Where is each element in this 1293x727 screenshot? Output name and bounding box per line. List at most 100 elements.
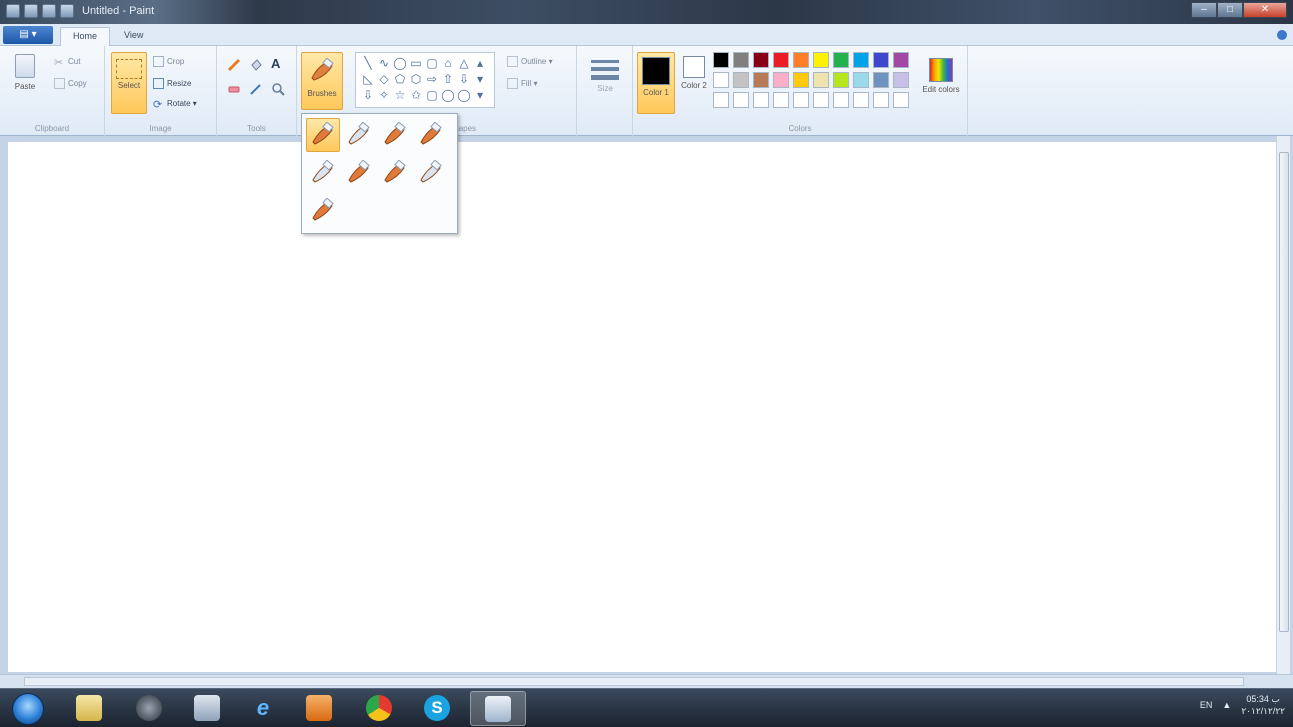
palette-swatch[interactable] <box>853 72 869 88</box>
help-icon[interactable] <box>1277 30 1287 40</box>
palette-swatch[interactable] <box>773 92 789 108</box>
palette-swatch[interactable] <box>873 72 889 88</box>
maximize-button[interactable]: □ <box>1217 2 1243 18</box>
drawing-canvas[interactable] <box>8 142 1278 672</box>
shape-item[interactable]: ▢ <box>424 87 440 103</box>
shape-item[interactable]: ▭ <box>408 55 424 71</box>
palette-swatch[interactable] <box>793 72 809 88</box>
palette-swatch[interactable] <box>853 92 869 108</box>
palette-swatch[interactable] <box>733 52 749 68</box>
palette-swatch[interactable] <box>773 72 789 88</box>
clock[interactable]: 05:34 ب ٢٠١٢/١٢/٢٢ <box>1241 693 1285 717</box>
paint-app-icon[interactable] <box>6 4 20 18</box>
shape-item[interactable]: ▾ <box>472 87 488 103</box>
shape-item[interactable]: ╲ <box>360 55 376 71</box>
close-button[interactable]: ✕ <box>1243 2 1287 18</box>
start-button[interactable] <box>12 693 44 725</box>
color2-button[interactable]: Color 2 <box>677 52 711 114</box>
vertical-scroll-thumb[interactable] <box>1279 152 1289 632</box>
palette-swatch[interactable] <box>713 92 729 108</box>
cut-button[interactable]: ✂ Cut <box>54 56 80 69</box>
palette-swatch[interactable] <box>893 92 909 108</box>
palette-swatch[interactable] <box>813 92 829 108</box>
color1-button[interactable]: Color 1 <box>637 52 675 114</box>
save-icon[interactable] <box>24 4 38 18</box>
palette-swatch[interactable] <box>753 72 769 88</box>
shape-item[interactable]: ◺ <box>360 71 376 87</box>
internet-explorer-icon[interactable]: e <box>250 695 276 721</box>
palette-swatch[interactable] <box>713 72 729 88</box>
paint-menu-button[interactable]: ▤ ▾ <box>3 26 53 44</box>
shape-item[interactable]: ∿ <box>376 55 392 71</box>
shape-item[interactable]: ⌂ <box>440 55 456 71</box>
eraser-icon[interactable] <box>227 82 241 96</box>
copy-button[interactable]: Copy <box>54 78 87 89</box>
palette-swatch[interactable] <box>893 72 909 88</box>
minimize-button[interactable]: – <box>1191 2 1217 18</box>
crop-button[interactable]: Crop <box>153 56 184 67</box>
color-picker-icon[interactable] <box>249 82 263 96</box>
shape-item[interactable]: ▾ <box>472 71 488 87</box>
chrome-icon[interactable] <box>366 695 392 721</box>
brush-option[interactable] <box>306 118 340 152</box>
taskbar-paint-active[interactable] <box>470 691 526 726</box>
edit-colors-button[interactable]: Edit colors <box>921 50 961 94</box>
palette-swatch[interactable] <box>873 92 889 108</box>
shape-item[interactable]: ⇩ <box>456 71 472 87</box>
brushes-button[interactable]: Brushes <box>301 52 343 110</box>
palette-swatch[interactable] <box>833 92 849 108</box>
palette-swatch[interactable] <box>713 52 729 68</box>
natural-pencil-option[interactable] <box>414 156 448 190</box>
shape-item[interactable]: ✩ <box>408 87 424 103</box>
palette-swatch[interactable] <box>793 92 809 108</box>
rotate-button[interactable]: ⟳ Rotate ▾ <box>153 98 197 111</box>
tab-home[interactable]: Home <box>60 27 111 46</box>
shape-item[interactable]: ⬡ <box>408 71 424 87</box>
palette-swatch[interactable] <box>873 52 889 68</box>
airbrush-option[interactable] <box>414 118 448 152</box>
palette-swatch[interactable] <box>733 92 749 108</box>
tab-view[interactable]: View <box>112 27 155 46</box>
vertical-scrollbar[interactable] <box>1276 136 1290 674</box>
palette-swatch[interactable] <box>853 52 869 68</box>
palette-swatch[interactable] <box>773 52 789 68</box>
crayon-option[interactable] <box>342 156 376 190</box>
shape-item[interactable]: ⇨ <box>424 71 440 87</box>
watercolor-brush-option[interactable] <box>306 194 340 228</box>
media-player-icon[interactable] <box>306 695 332 721</box>
explorer-icon[interactable] <box>76 695 102 721</box>
paste-button[interactable]: Paste <box>8 54 42 91</box>
palette-swatch[interactable] <box>733 72 749 88</box>
shape-item[interactable]: ☆ <box>392 87 408 103</box>
shape-item[interactable]: ⬠ <box>392 71 408 87</box>
tray-overflow-arrow-icon[interactable]: ▲ <box>1222 700 1231 710</box>
undo-icon[interactable] <box>42 4 56 18</box>
magnifier-icon[interactable] <box>271 82 285 96</box>
palette-swatch[interactable] <box>833 72 849 88</box>
text-tool-icon[interactable]: A <box>271 56 285 71</box>
shape-item[interactable]: ◯ <box>456 87 472 103</box>
fill-button[interactable]: Fill ▾ <box>507 78 537 89</box>
horizontal-scrollbar[interactable] <box>24 677 1244 686</box>
document-icon[interactable] <box>194 695 220 721</box>
resize-button[interactable]: Resize <box>153 78 191 89</box>
calligraphy-brush-2-option[interactable] <box>378 118 412 152</box>
shape-item[interactable]: ◯ <box>392 55 408 71</box>
fill-bucket-icon[interactable] <box>249 58 263 72</box>
palette-swatch[interactable] <box>893 52 909 68</box>
skype-icon[interactable]: S <box>424 695 450 721</box>
shape-item[interactable]: △ <box>456 55 472 71</box>
oil-brush-option[interactable] <box>306 156 340 190</box>
media-center-icon[interactable] <box>136 695 162 721</box>
pencil-icon[interactable] <box>227 58 241 72</box>
palette-swatch[interactable] <box>833 52 849 68</box>
shape-item[interactable]: ✧ <box>376 87 392 103</box>
shape-item[interactable]: ◯ <box>440 87 456 103</box>
palette-swatch[interactable] <box>813 72 829 88</box>
calligraphy-brush-1-option[interactable] <box>342 118 376 152</box>
palette-swatch[interactable] <box>753 92 769 108</box>
shape-item[interactable]: ◇ <box>376 71 392 87</box>
outline-button[interactable]: Outline ▾ <box>507 56 553 67</box>
select-button[interactable]: Select <box>111 52 147 114</box>
shape-item[interactable]: ⇧ <box>440 71 456 87</box>
